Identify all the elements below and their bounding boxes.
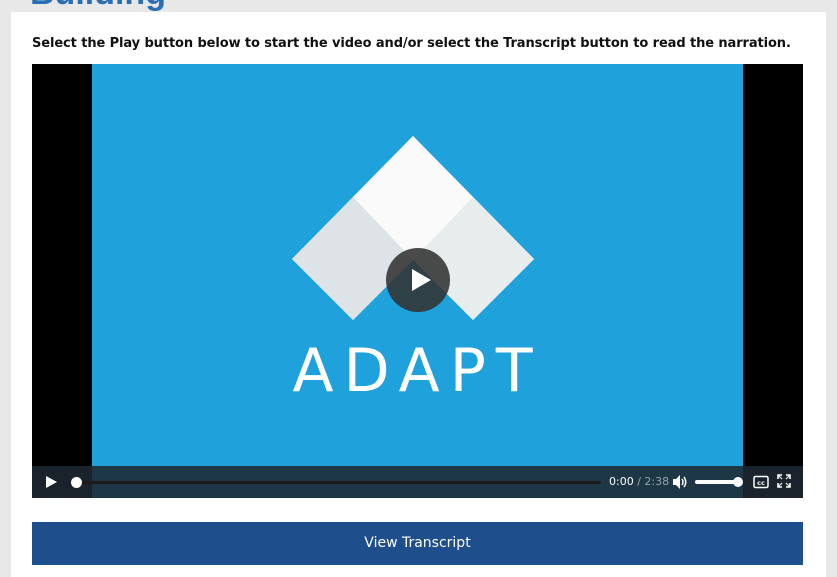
closed-captions-icon[interactable]: cc	[753, 475, 769, 489]
fullscreen-icon[interactable]	[777, 474, 791, 488]
view-transcript-button[interactable]: View Transcript	[32, 522, 803, 565]
time-display: 0:00 / 2:38	[609, 475, 669, 488]
scrubber-handle[interactable]	[71, 477, 82, 488]
video-controls-bar: 0:00 / 2:38 cc	[32, 466, 803, 498]
video-player[interactable]: ADAPT 0:00 / 2:38 cc	[32, 64, 803, 498]
duration: 2:38	[644, 475, 670, 488]
video-poster[interactable]: ADAPT	[92, 64, 743, 498]
content-card: Select the Play button below to start th…	[11, 12, 826, 577]
current-time: 0:00	[609, 475, 634, 488]
time-separator: /	[637, 475, 641, 488]
instruction-text: Select the Play button below to start th…	[32, 36, 791, 51]
progress-scrubber[interactable]	[71, 477, 601, 488]
play-circle-icon	[412, 269, 431, 291]
volume-handle[interactable]	[733, 477, 743, 487]
big-play-button[interactable]	[386, 248, 450, 312]
volume-slider[interactable]	[695, 477, 743, 487]
volume-icon[interactable]	[672, 474, 688, 490]
adapt-logo-text: ADAPT	[292, 336, 543, 406]
svg-text:cc: cc	[757, 479, 765, 487]
play-icon[interactable]	[44, 475, 58, 489]
